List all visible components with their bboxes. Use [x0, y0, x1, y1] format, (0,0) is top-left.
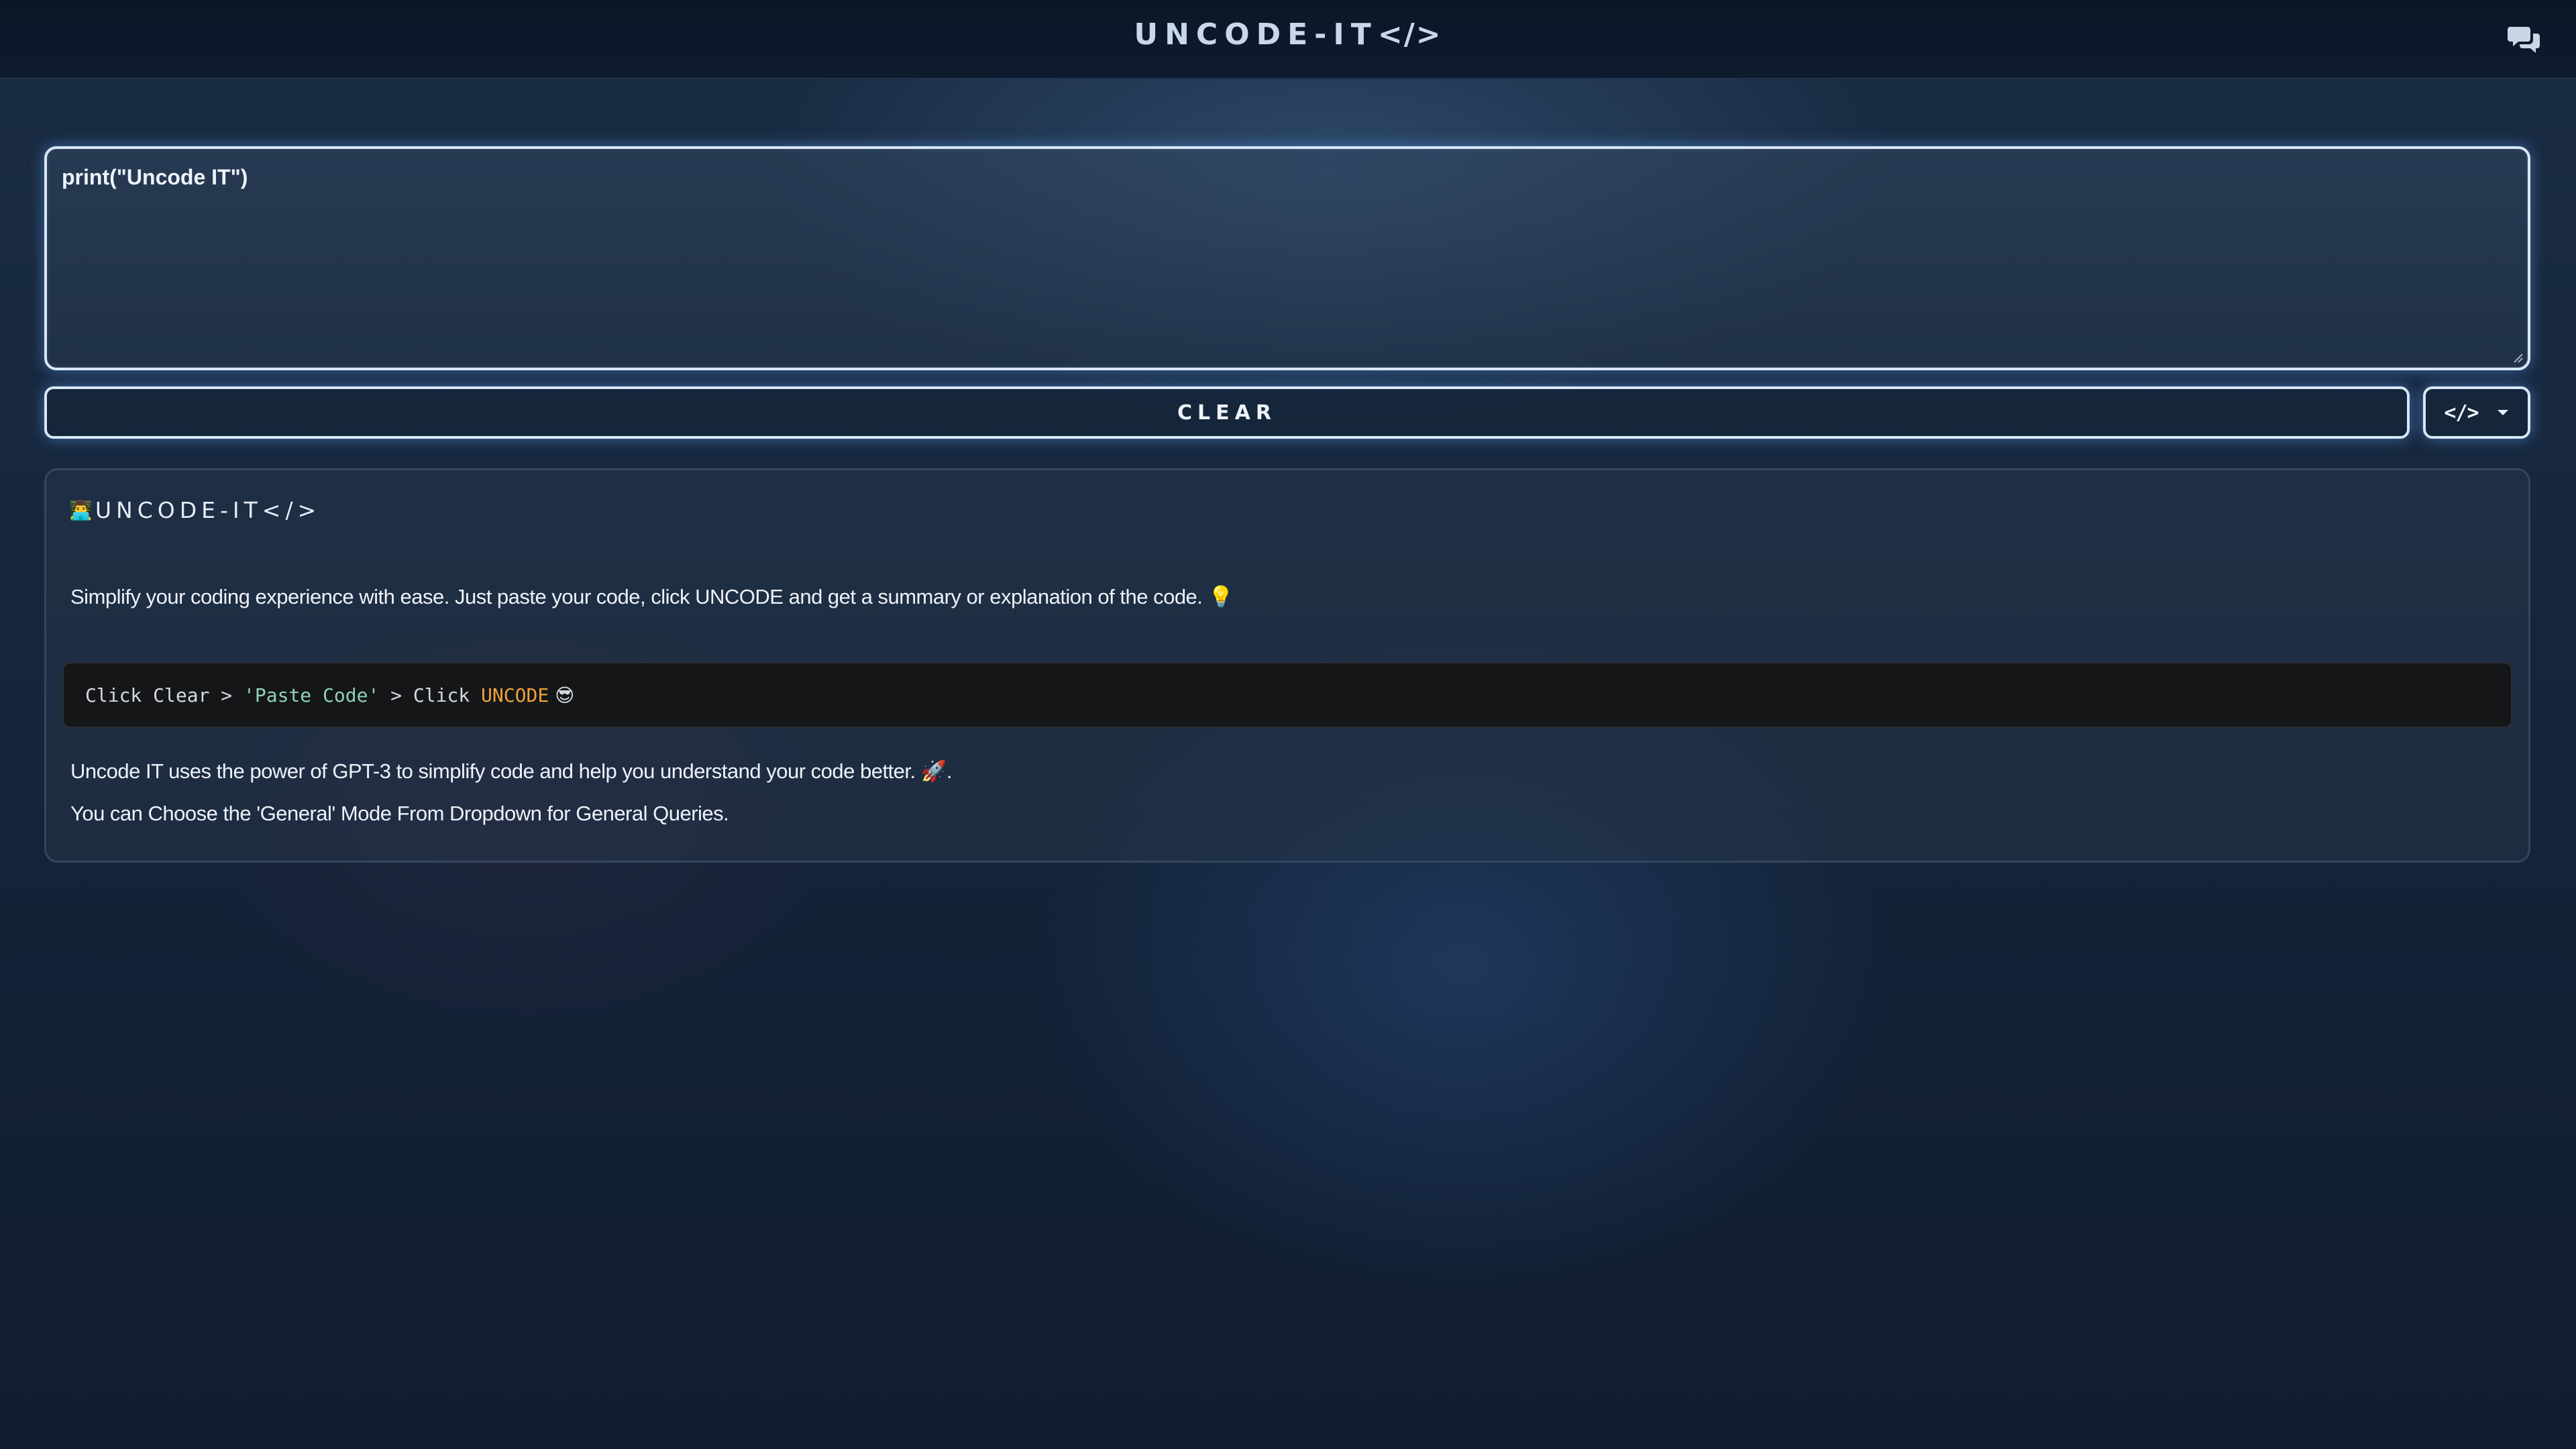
step-text-1: Click Clear >	[85, 684, 244, 706]
step-text-4: UNCODE	[481, 684, 549, 706]
instructions-code-block: Click Clear > 'Paste Code' > Click UNCOD…	[62, 662, 2512, 728]
step-text-2: 'Paste Code'	[244, 684, 380, 706]
app-title-text: UNCODE-IT	[1134, 17, 1378, 52]
info-panel: 👨‍💻 UNCODE-IT</> Simplify your coding ex…	[44, 468, 2530, 863]
top-navbar: UNCODE-IT</>	[0, 0, 2576, 79]
mode-dropdown[interactable]: </>	[2423, 386, 2530, 439]
app-title: UNCODE-IT</>	[0, 17, 2576, 52]
code-editor-input[interactable]	[47, 149, 2528, 368]
info-mode-line: You can Choose the 'General' Mode From D…	[70, 802, 729, 825]
info-gpt-line: Uncode IT uses the power of GPT-3 to sim…	[70, 759, 952, 783]
resize-handle-icon[interactable]	[2512, 352, 2524, 364]
code-editor-container	[44, 146, 2530, 370]
step-text-5: 😎	[549, 684, 575, 706]
info-title-text: UNCODE-IT</>	[95, 497, 321, 523]
mode-selected-value: </>	[2444, 400, 2479, 425]
step-text-3: > Click	[379, 684, 482, 706]
chat-button[interactable]	[2508, 23, 2541, 56]
developer-emoji-icon: 👨‍💻	[69, 499, 93, 521]
clear-button[interactable]: CLEAR	[44, 386, 2410, 439]
info-description: Simplify your coding experience with eas…	[70, 585, 1234, 608]
info-title: 👨‍💻 UNCODE-IT</>	[69, 497, 321, 523]
chat-bubbles-icon	[2508, 27, 2540, 53]
chevron-down-icon	[2497, 410, 2508, 415]
app-title-tag: </>	[1377, 17, 1442, 52]
